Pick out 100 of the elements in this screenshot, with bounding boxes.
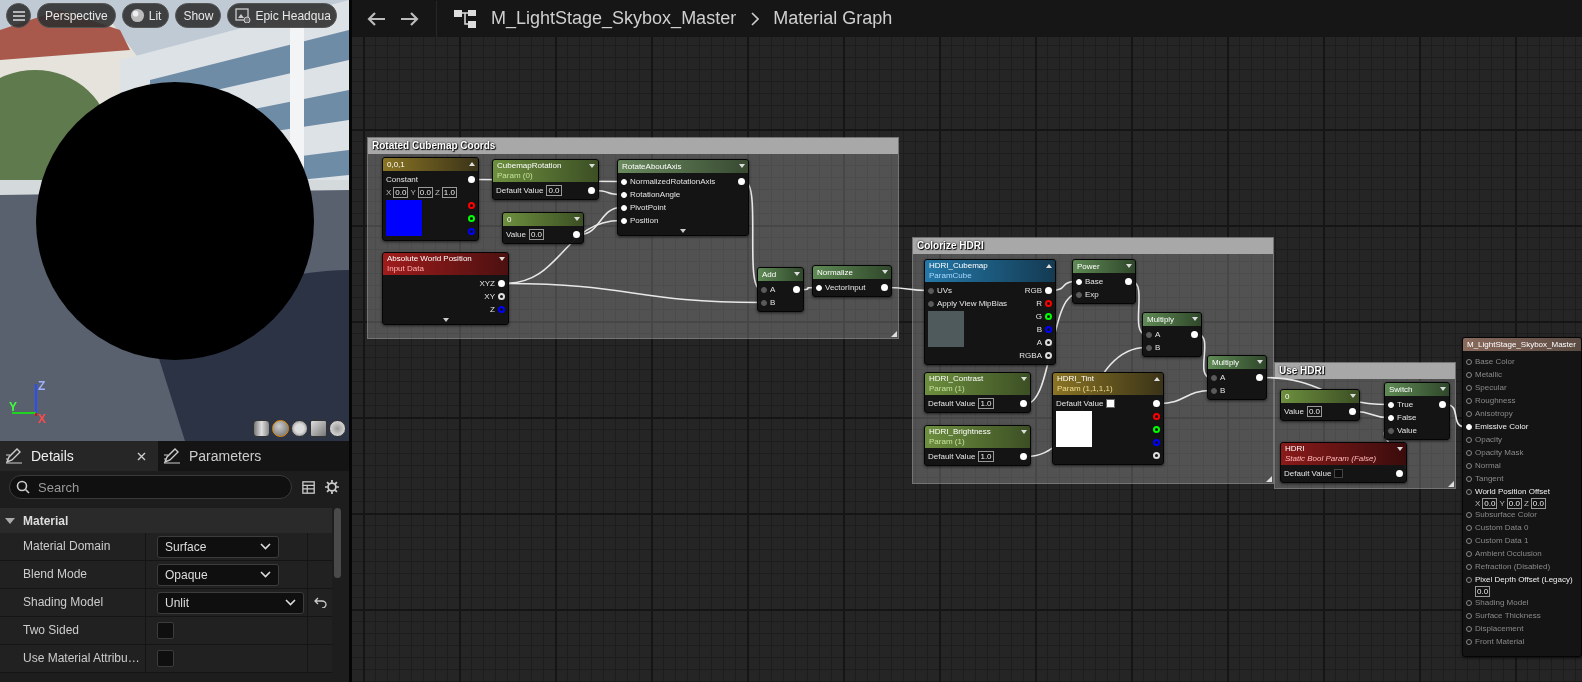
input-pin[interactable] — [1466, 512, 1472, 518]
input-pin[interactable] — [1146, 331, 1152, 338]
input-pin[interactable] — [1466, 463, 1472, 469]
input-pin[interactable] — [1146, 344, 1152, 351]
graph-node[interactable]: HDRI_Contrast Param (1) Default Value 1.0 — [924, 372, 1031, 413]
input-pin[interactable] — [1388, 427, 1394, 434]
cube-button[interactable] — [310, 420, 327, 437]
expand-icon[interactable] — [680, 229, 686, 233]
input-pin[interactable] — [1466, 476, 1472, 482]
dropdown[interactable]: Surface — [157, 535, 279, 558]
panel-tab[interactable]: Parameters — [158, 441, 316, 471]
chevron-icon[interactable] — [499, 257, 505, 261]
input-pin[interactable] — [1076, 291, 1082, 298]
input-pin[interactable] — [1466, 577, 1472, 583]
input-pin[interactable] — [1466, 398, 1472, 404]
graph-node[interactable]: HDRI_Cubemap ParamCube UVs RGB Apply View MipBias R G B A RGBA — [924, 259, 1056, 365]
input-pin[interactable] — [1466, 411, 1472, 417]
reset-icon[interactable] — [313, 597, 327, 608]
input-pin[interactable] — [1466, 450, 1472, 456]
value-field[interactable]: 0.0 — [1506, 498, 1522, 509]
graph-node[interactable]: Absolute World Position Input Data XYZ XY Z — [382, 252, 509, 325]
value-field[interactable]: 0.0 — [546, 185, 562, 196]
resize-icon[interactable] — [1448, 481, 1454, 487]
graph-node[interactable] — [1462, 337, 1582, 657]
forward-icon[interactable] — [400, 10, 420, 27]
chevron-icon[interactable] — [469, 162, 475, 166]
graph-node[interactable]: HDRI Static Bool Param (False) Default Value — [1280, 442, 1407, 483]
chevron-icon[interactable] — [794, 272, 800, 276]
input-pin[interactable] — [1466, 359, 1472, 365]
value-field[interactable]: 1.0 — [978, 451, 994, 462]
input-pin[interactable] — [1466, 626, 1472, 632]
graph-node[interactable]: Power Base Exp — [1072, 259, 1136, 304]
breadcrumb-item[interactable]: M_LightStage_Skybox_Master — [491, 8, 737, 29]
chevron-icon[interactable] — [1126, 264, 1132, 268]
chevron-icon[interactable] — [1021, 430, 1027, 434]
input-pin[interactable] — [1466, 613, 1472, 619]
input-pin[interactable] — [761, 286, 767, 293]
input-pin[interactable] — [1211, 374, 1217, 381]
input-pin[interactable] — [1466, 372, 1472, 378]
input-pin[interactable] — [928, 300, 934, 307]
color-swatch[interactable] — [1106, 399, 1116, 408]
input-pin[interactable] — [928, 287, 934, 294]
graph-node[interactable]: 0 Value 0.0 — [1280, 389, 1360, 421]
input-pin[interactable] — [1466, 489, 1472, 495]
graph-node[interactable]: Multiply A B — [1142, 312, 1202, 357]
input-pin[interactable] — [1466, 639, 1472, 645]
breadcrumb-item[interactable]: Material Graph — [773, 8, 893, 29]
value-field[interactable]: 1.0 — [441, 187, 457, 198]
dropdown[interactable]: Unlit — [157, 591, 304, 614]
back-icon[interactable] — [366, 10, 386, 27]
graph-node[interactable]: Multiply A B — [1207, 355, 1267, 400]
graph-node[interactable]: CubemapRotation Param (0) Default Value 0.0 — [492, 159, 599, 200]
chevron-icon[interactable] — [1440, 387, 1446, 391]
chevron-icon[interactable] — [739, 164, 745, 168]
input-pin[interactable] — [1466, 551, 1472, 557]
category-header[interactable]: Material — [0, 508, 332, 533]
close-icon[interactable] — [137, 451, 146, 461]
checkbox[interactable] — [1334, 469, 1344, 478]
chevron-icon[interactable] — [1350, 394, 1356, 398]
checkbox[interactable] — [157, 622, 174, 639]
chevron-icon[interactable] — [1397, 447, 1403, 451]
value-field[interactable]: 0.0 — [1530, 498, 1546, 509]
graph-node[interactable]: RotateAboutAxis NormalizedRotationAxis RotationAngle PivotPoint Position — [617, 159, 749, 236]
viewport-button[interactable]: Epic Headqua — [227, 3, 337, 28]
input-pin[interactable] — [1466, 385, 1472, 391]
chevron-icon[interactable] — [589, 164, 595, 168]
search-field[interactable]: Search — [9, 475, 292, 499]
graph-node[interactable]: 0 Value 0.0 — [502, 212, 584, 244]
table-icon[interactable] — [302, 479, 316, 495]
chevron-icon[interactable] — [882, 270, 888, 274]
value-field[interactable]: 0.0 — [1475, 586, 1491, 597]
graph-node[interactable]: Switch True False Value — [1384, 382, 1450, 440]
value-field[interactable]: 0.0 — [1482, 498, 1498, 509]
cylinder-button[interactable] — [253, 420, 270, 437]
graph-node[interactable]: 0,0,1 Constant X 0.0 Y 0.0 Z 1.0 — [382, 157, 479, 241]
resize-icon[interactable] — [891, 331, 897, 337]
input-pin[interactable] — [1211, 387, 1217, 394]
checkbox[interactable] — [157, 650, 174, 667]
chevron-icon[interactable] — [1154, 377, 1160, 381]
value-field[interactable]: 0.0 — [393, 187, 409, 198]
graph-node[interactable]: Normalize VectorInput — [812, 265, 892, 297]
graph-node[interactable]: Add A B — [757, 267, 804, 312]
value-field[interactable]: 1.0 — [978, 398, 994, 409]
input-pin[interactable] — [761, 299, 767, 306]
chevron-icon[interactable] — [1046, 264, 1052, 268]
panel-tab[interactable]: Details — [0, 441, 158, 471]
value-field[interactable]: 0.0 — [417, 187, 433, 198]
value-field[interactable]: 0.0 — [1306, 406, 1322, 417]
dropdown[interactable]: Opaque — [157, 563, 279, 586]
scrollbar[interactable] — [334, 508, 341, 578]
input-pin[interactable] — [1466, 538, 1472, 544]
input-pin[interactable] — [1466, 564, 1472, 570]
expand-icon[interactable] — [442, 318, 449, 322]
input-pin[interactable] — [1466, 600, 1472, 606]
graph-node[interactable]: HDRI_Brightness Param (1) Default Value 1.0 — [924, 425, 1031, 466]
graph-node[interactable]: HDRI_Tint Param (1,1,1,1) Default Value — [1052, 372, 1164, 465]
resize-icon[interactable] — [1266, 476, 1272, 482]
chevron-icon[interactable] — [574, 217, 580, 221]
chevron-icon[interactable] — [1192, 317, 1198, 321]
value-field[interactable]: 0.0 — [528, 229, 544, 240]
